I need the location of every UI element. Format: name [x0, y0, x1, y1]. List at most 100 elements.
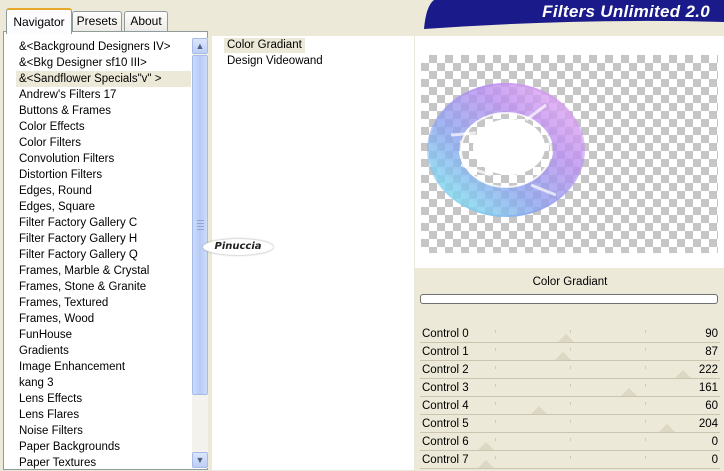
slider-tick: [570, 330, 571, 333]
category-list: &<Background Designers IV> &<Bkg Designer…: [16, 39, 191, 471]
category-item[interactable]: Edges, Square: [16, 199, 191, 215]
tab-navigator[interactable]: Navigator: [6, 8, 72, 34]
control-value: 161: [698, 382, 718, 394]
progress-bar: [420, 294, 718, 304]
slider-tick: [495, 330, 496, 333]
current-filter-name: Color Gradiant: [532, 276, 608, 288]
slider-tick: [495, 384, 496, 387]
slider-knob[interactable]: [620, 388, 637, 396]
watermark-badge: Pinuccia: [203, 239, 273, 255]
category-item[interactable]: Frames, Stone & Granite: [16, 279, 191, 295]
category-item[interactable]: Paper Backgrounds: [16, 439, 191, 455]
category-item[interactable]: Lens Effects: [16, 391, 191, 407]
slider-tick: [495, 402, 496, 405]
slider-tick: [570, 402, 571, 405]
slider-knob[interactable]: [531, 406, 548, 414]
title-banner: Filters Unlimited 2.0: [420, 0, 724, 29]
slider-tick: [645, 456, 646, 459]
slider-track[interactable]: [420, 432, 720, 433]
category-item[interactable]: Gradients: [16, 343, 191, 359]
chevron-down-icon[interactable]: ▼: [192, 452, 208, 468]
filter-item-design-videowand[interactable]: Design Videowand: [224, 54, 326, 69]
slider-track[interactable]: [420, 378, 720, 379]
preview-image: [427, 83, 585, 217]
control-row: Control 6 0: [420, 434, 720, 452]
category-item[interactable]: Lens Flares: [16, 407, 191, 423]
app-title: Filters Unlimited 2.0: [542, 2, 710, 21]
control-value: 87: [705, 346, 718, 358]
control-label: Control 2: [422, 364, 469, 376]
slider-tick: [570, 456, 571, 459]
category-item[interactable]: &<Sandflower Specials"v" >: [16, 71, 191, 87]
category-item[interactable]: Color Effects: [16, 119, 191, 135]
slider-knob[interactable]: [478, 442, 494, 450]
category-item[interactable]: Filter Factory Gallery C: [16, 215, 191, 231]
category-item[interactable]: FunHouse: [16, 327, 191, 343]
category-item[interactable]: Color Filters: [16, 135, 191, 151]
slider-track[interactable]: [420, 450, 720, 451]
slider-track[interactable]: [420, 342, 720, 343]
controls-panel: Control 0 90 Control 1 87 Control 2 222 Contro…: [420, 326, 720, 470]
slider-tick: [645, 348, 646, 351]
control-label: Control 6: [422, 436, 469, 448]
slider-knob[interactable]: [557, 334, 574, 342]
slider-knob[interactable]: [478, 460, 494, 468]
category-item[interactable]: Frames, Marble & Crystal: [16, 263, 191, 279]
control-value: 204: [698, 418, 718, 430]
slider-tick: [495, 348, 496, 351]
slider-track[interactable]: [420, 414, 720, 415]
control-row: Control 0 90: [420, 326, 720, 344]
slider-tick: [645, 366, 646, 369]
slider-tick: [570, 348, 571, 351]
category-item[interactable]: Image Enhancement: [16, 359, 191, 375]
slider-knob[interactable]: [658, 424, 675, 432]
category-item[interactable]: Paper Textures: [16, 455, 191, 471]
control-label: Control 4: [422, 400, 469, 412]
category-item[interactable]: Filter Factory Gallery H: [16, 231, 191, 247]
preview-canvas: [421, 55, 718, 253]
slider-tick: [570, 384, 571, 387]
category-item[interactable]: Frames, Wood: [16, 311, 191, 327]
tab-about[interactable]: About: [124, 11, 168, 31]
slider-track[interactable]: [420, 360, 720, 361]
slider-track[interactable]: [420, 468, 720, 469]
category-item[interactable]: Edges, Round: [16, 183, 191, 199]
category-item[interactable]: Convolution Filters: [16, 151, 191, 167]
slider-tick: [495, 456, 496, 459]
slider-knob[interactable]: [555, 352, 572, 360]
category-scrollbar[interactable]: ▲ ▼: [192, 38, 208, 468]
category-item[interactable]: Buttons & Frames: [16, 103, 191, 119]
scroll-thumb[interactable]: [192, 55, 208, 395]
category-item[interactable]: &<Background Designers IV>: [16, 39, 191, 55]
control-label: Control 7: [422, 454, 469, 466]
control-value: 0: [711, 454, 718, 466]
slider-tick: [570, 438, 571, 441]
control-label: Control 0: [422, 328, 469, 340]
slider-track[interactable]: [420, 396, 720, 397]
grip-icon: [197, 220, 204, 232]
control-row: Control 5 204: [420, 416, 720, 434]
category-item[interactable]: Filter Factory Gallery Q: [16, 247, 191, 263]
category-item[interactable]: Andrew's Filters 17: [16, 87, 191, 103]
filter-item-color-gradiant[interactable]: Color Gradiant: [224, 38, 305, 53]
control-value: 90: [705, 328, 718, 340]
category-item[interactable]: Distortion Filters: [16, 167, 191, 183]
slider-tick: [645, 438, 646, 441]
control-value: 60: [705, 400, 718, 412]
slider-tick: [645, 330, 646, 333]
category-item[interactable]: Noise Filters: [16, 423, 191, 439]
slider-tick: [495, 438, 496, 441]
tab-presets[interactable]: Presets: [72, 11, 122, 31]
chevron-up-icon[interactable]: ▲: [192, 38, 208, 54]
control-row: Control 3 161: [420, 380, 720, 398]
slider-tick: [570, 366, 571, 369]
control-row: Control 2 222: [420, 362, 720, 380]
control-label: Control 3: [422, 382, 469, 394]
category-item[interactable]: kang 3: [16, 375, 191, 391]
slider-tick: [645, 420, 646, 423]
control-label: Control 5: [422, 418, 469, 430]
category-item[interactable]: Frames, Textured: [16, 295, 191, 311]
category-item[interactable]: &<Bkg Designer sf10 III>: [16, 55, 191, 71]
slider-tick: [495, 420, 496, 423]
slider-knob[interactable]: [674, 370, 691, 378]
